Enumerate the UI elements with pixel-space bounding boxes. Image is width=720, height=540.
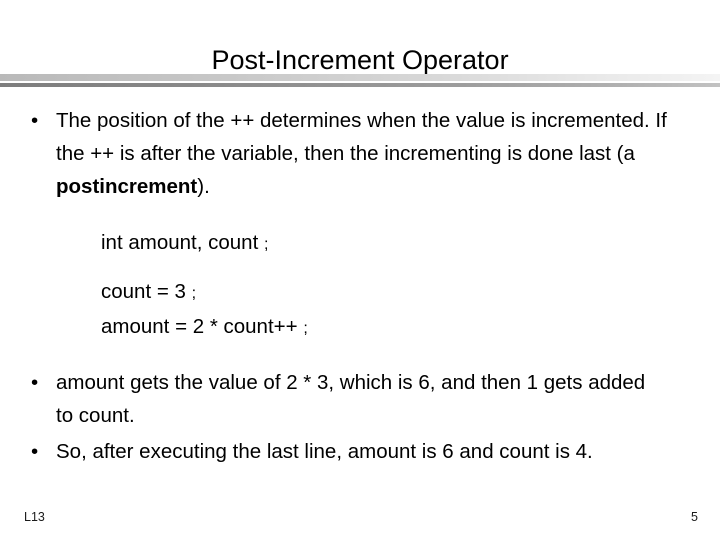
bullet-text: The position of the ++ determines when t… <box>56 104 696 203</box>
bullet-item-amount-gets-value: • amount gets the value of 2 * 3, which … <box>0 366 720 432</box>
code-block-spacer <box>101 261 720 275</box>
code-assign-amount-text: amount = 2 * count++ <box>101 315 304 338</box>
slide-body: • The position of the ++ determines when… <box>0 104 720 468</box>
bullet-item-position-of-plusplus: • The position of the ++ determines when… <box>0 104 720 203</box>
divider-bar-dark <box>0 83 720 87</box>
bullet-text-before-bold: The position of the ++ determines when t… <box>56 109 667 165</box>
footer-page-number: 5 <box>691 510 698 524</box>
title-divider <box>0 72 720 88</box>
code-line-declaration: int amount, count ; <box>101 226 720 261</box>
code-assign-amount-semicolon: ; <box>303 320 308 337</box>
code-line-assign-amount: amount = 2 * count++ ; <box>101 310 720 345</box>
code-declaration-semicolon: ; <box>263 236 269 253</box>
code-assign-count-text: count = 3 <box>101 280 192 303</box>
bullet-marker-icon: • <box>31 371 39 394</box>
slide: Post-Increment Operator • The position o… <box>0 0 720 540</box>
bullet-text: amount gets the value of 2 * 3, which is… <box>56 371 646 427</box>
bullet-marker-icon: • <box>31 109 39 132</box>
footer-lecture-label: L13 <box>24 510 45 524</box>
bullet-text-after-bold: ). <box>197 175 210 198</box>
bullet-item-after-executing: • So, after executing the last line, amo… <box>0 435 720 468</box>
code-line-assign-count: count = 3 ; <box>101 275 720 310</box>
bullet-text: So, after executing the last line, amoun… <box>56 440 593 463</box>
code-declaration-text: int amount, count <box>101 231 264 254</box>
divider-bar-light <box>0 74 720 81</box>
code-assign-count-semicolon: ; <box>191 285 197 302</box>
code-sample: int amount, count ; count = 3 ; amount =… <box>0 226 720 345</box>
bullet-marker-icon: • <box>31 440 39 463</box>
bullet-bold-term-postincrement: postincrement <box>56 175 198 198</box>
